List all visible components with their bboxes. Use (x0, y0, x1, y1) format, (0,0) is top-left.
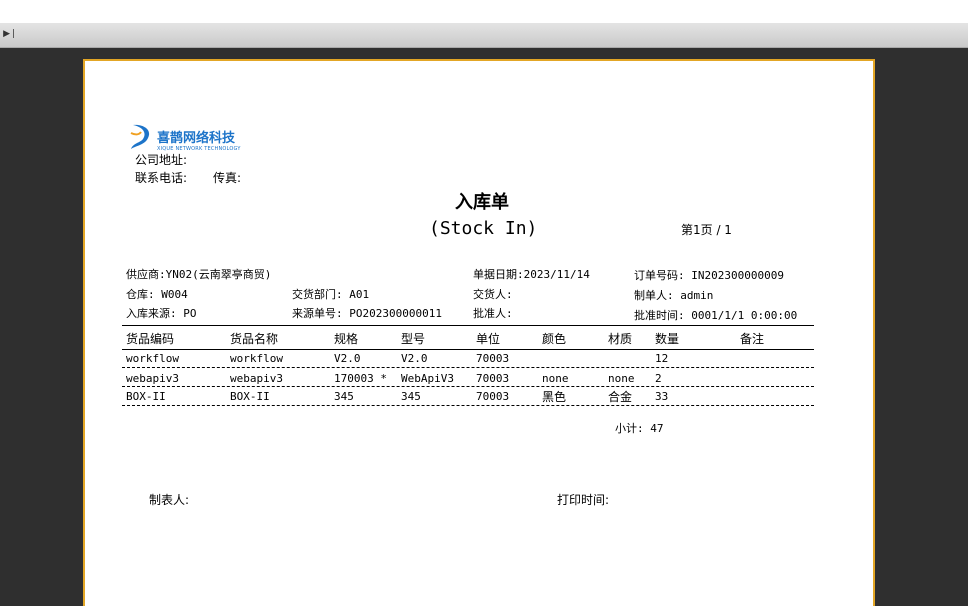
cell-unit: 70003 (476, 390, 510, 403)
subtotal-field: 小计: 47 (615, 422, 664, 435)
column-header-spec: 规格 (334, 332, 359, 346)
cell-item-code: workflow (126, 352, 179, 365)
cell-spec: 170003 * (334, 372, 387, 385)
column-header-quantity: 数量 (655, 332, 680, 346)
cell-quantity: 2 (655, 372, 662, 385)
document-title-cn: 入库单 (455, 192, 509, 213)
column-header-unit: 单位 (476, 332, 501, 346)
company-logo-icon (130, 124, 150, 149)
window-top-area (0, 0, 968, 23)
company-logo-text: 喜鹊网络科技 (157, 131, 236, 146)
stock-in-document: 喜鹊网络科技 XIQUE NETWORK TECHNOLOGY 公司地址: 联系… (83, 59, 875, 606)
cell-color: 黑色 (542, 390, 567, 404)
cell-model: 345 (401, 390, 421, 403)
warehouse-field: 仓库: W004 (126, 288, 188, 301)
column-header-model: 型号 (401, 332, 426, 346)
cell-color: none (542, 372, 569, 385)
table-top-rule (122, 325, 814, 326)
page-info: 第1页 / 1 (681, 223, 732, 237)
source-number-field: 来源单号: PO202300000011 (292, 307, 442, 320)
approver-field: 批准人: (473, 307, 513, 320)
cell-unit: 70003 (476, 372, 510, 385)
company-phone-label: 联系电话: (135, 171, 188, 185)
company-address-label: 公司地址: (135, 153, 188, 167)
maker-label: 制表人: (149, 493, 190, 507)
viewer-toolbar: ▶ | (0, 23, 968, 48)
row-divider (122, 405, 814, 406)
cell-material: none (608, 372, 635, 385)
cell-item-code: webapiv3 (126, 372, 179, 385)
row-divider (122, 386, 814, 387)
delivered-by-field: 交货人: (473, 288, 513, 301)
cell-quantity: 33 (655, 390, 669, 403)
delivery-dept-field: 交货部门: A01 (292, 288, 370, 301)
cell-unit: 70003 (476, 352, 510, 365)
table-header-rule (122, 349, 814, 350)
document-date-field: 单据日期:2023/11/14 (473, 268, 590, 281)
cell-quantity: 12 (655, 352, 669, 365)
created-by-field: 制单人: admin (634, 289, 714, 302)
column-header-item-code: 货品编码 (126, 332, 175, 346)
cell-item-name: workflow (230, 352, 283, 365)
row-divider (122, 367, 814, 368)
column-header-item-name: 货品名称 (230, 332, 279, 346)
approve-time-field: 批准时间: 0001/1/1 0:00:00 (634, 309, 798, 322)
order-number-field: 订单号码: IN202300000009 (634, 269, 784, 282)
cell-item-code: BOX-II (126, 390, 166, 403)
print-time-label: 打印时间: (557, 493, 610, 507)
play-next-icon[interactable]: ▶ | (2, 27, 16, 41)
cell-item-name: webapiv3 (230, 372, 283, 385)
column-header-color: 颜色 (542, 332, 567, 346)
source-field: 入库来源: PO (126, 307, 197, 320)
cell-item-name: BOX-II (230, 390, 270, 403)
cell-model: WebApiV3 (401, 372, 454, 385)
cell-model: V2.0 (401, 352, 428, 365)
supplier-field: 供应商:YN02(云南翠亭商贸) (126, 268, 272, 281)
company-fax-label: 传真: (213, 171, 242, 185)
company-logo-subtext: XIQUE NETWORK TECHNOLOGY (157, 146, 241, 152)
column-header-material: 材质 (608, 332, 633, 346)
document-title-en: (Stock In) (429, 218, 538, 239)
cell-spec: 345 (334, 390, 354, 403)
column-header-remarks: 备注 (740, 332, 765, 346)
cell-spec: V2.0 (334, 352, 361, 365)
cell-material: 合金 (608, 390, 633, 404)
